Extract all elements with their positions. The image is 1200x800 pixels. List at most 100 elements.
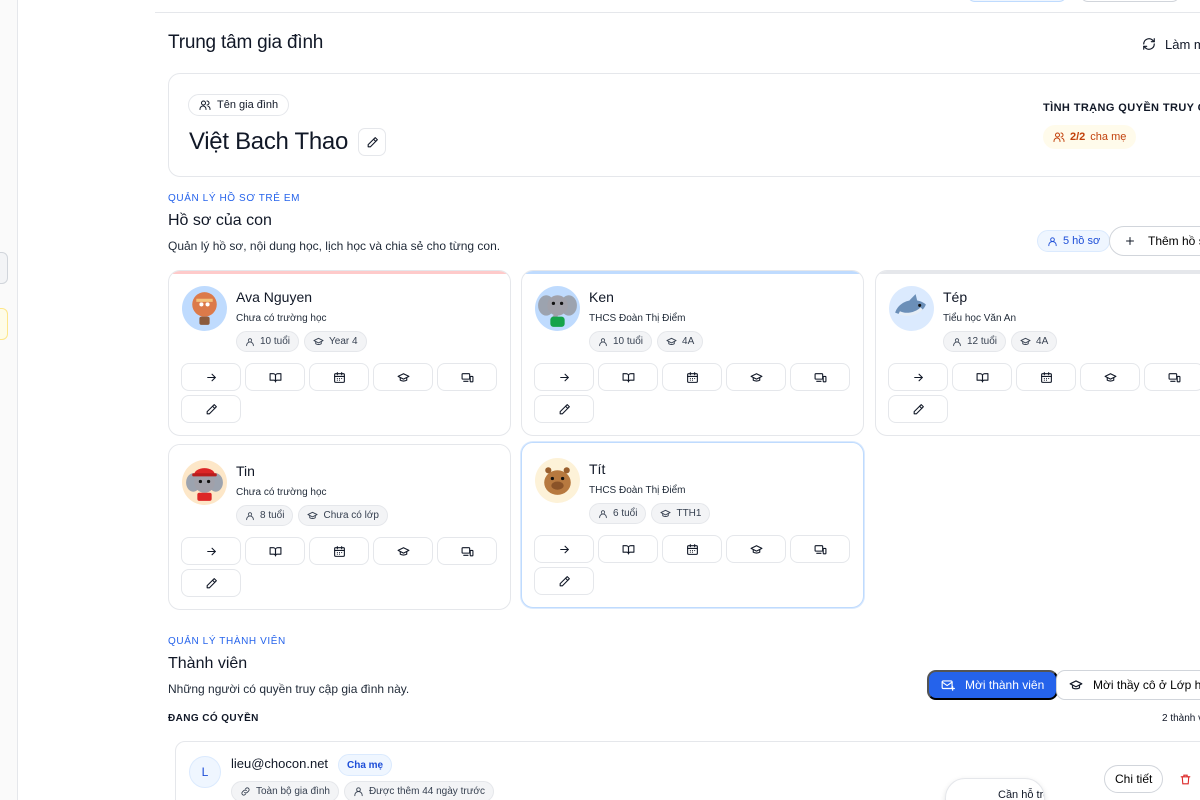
graduation-cap-icon	[750, 371, 763, 384]
members-section-eyebrow: QUẢN LÝ THÀNH VIÊN	[168, 636, 286, 647]
calendar-icon	[686, 371, 699, 384]
member-email: lieu@chocon.net	[231, 756, 329, 771]
child-school: Chưa có trường học	[236, 313, 327, 324]
child-name: Ken	[589, 289, 614, 305]
open-profile-button[interactable]	[181, 537, 241, 565]
devices-button[interactable]	[790, 363, 850, 391]
child-action-bar	[181, 537, 499, 597]
schedule-button[interactable]	[662, 535, 722, 563]
learning-content-button[interactable]	[245, 537, 305, 565]
graduation-cap-icon	[750, 543, 763, 556]
main-content: Trung tâm gia đình Làm mới Tên gia đình …	[168, 0, 1200, 800]
access-status-badge: 2/2 cha mẹ	[1043, 125, 1137, 149]
child-profile-card[interactable]: Tin Chưa có trường học 8 tuổi Chưa có lớp	[168, 444, 511, 610]
edit-profile-button[interactable]	[534, 567, 594, 595]
open-profile-button[interactable]	[534, 535, 594, 563]
learning-content-button[interactable]	[598, 535, 658, 563]
classes-button[interactable]	[726, 535, 786, 563]
child-name: Tin	[236, 463, 255, 479]
child-school: Chưa có trường học	[236, 487, 327, 498]
user-icon	[1047, 236, 1058, 247]
users-icon	[199, 99, 211, 111]
open-profile-button[interactable]	[534, 363, 594, 391]
access-unit: cha mẹ	[1090, 131, 1127, 143]
member-role-badge: Cha mẹ	[338, 754, 393, 776]
schedule-button[interactable]	[309, 363, 369, 391]
child-school: THCS Đoàn Thị Điểm	[589, 485, 686, 496]
grade-label: TTH1	[676, 508, 702, 519]
arrow-right-icon	[558, 543, 571, 556]
learning-content-button[interactable]	[598, 363, 658, 391]
grade-tag: TTH1	[651, 503, 711, 524]
active-members-count: 2 thành viên	[1162, 713, 1200, 724]
children-section-title: Hồ sơ của con	[168, 212, 272, 229]
schedule-button[interactable]	[1016, 363, 1076, 391]
graduation-cap-icon	[666, 336, 677, 347]
dolphin-avatar	[889, 286, 934, 331]
mail-plus-icon	[941, 678, 955, 692]
pencil-icon	[205, 577, 218, 590]
pencil-icon	[558, 403, 571, 416]
devices-button[interactable]	[437, 537, 497, 565]
devices-icon	[1168, 371, 1181, 384]
edit-family-name-button[interactable]	[358, 128, 387, 156]
devices-button[interactable]	[790, 535, 850, 563]
child-profile-card[interactable]: Tít THCS Đoàn Thị Điểm 6 tuổi TTH1	[521, 442, 864, 608]
learning-content-button[interactable]	[952, 363, 1012, 391]
members-section-description: Những người có quyền truy cập gia đình n…	[168, 682, 410, 696]
grade-tag: Year 4	[304, 331, 367, 352]
child-name: Tép	[943, 289, 968, 305]
graduation-cap-icon	[1104, 371, 1117, 384]
active-members-label: ĐANG CÓ QUYỀN	[168, 713, 259, 724]
member-added-label: Được thêm 44 ngày trước	[368, 786, 485, 797]
children-section-description: Quản lý hồ sơ, nội dung học, lịch học và…	[168, 239, 501, 253]
classes-button[interactable]	[373, 537, 433, 565]
graduation-cap-icon	[397, 545, 410, 558]
child-profile-card[interactable]: Tép Tiểu học Văn An 12 tuổi 4A	[875, 270, 1200, 436]
classes-button[interactable]	[373, 363, 433, 391]
card-accent	[522, 271, 863, 274]
devices-icon	[461, 545, 474, 558]
user-icon	[952, 337, 962, 347]
family-name-pill: Tên gia đình	[188, 94, 290, 116]
devices-button[interactable]	[437, 363, 497, 391]
sidebar-item[interactable]	[0, 252, 8, 284]
devices-button[interactable]	[1144, 363, 1200, 391]
graduation-cap-icon	[660, 508, 672, 519]
invite-member-button[interactable]: Mời thành viên	[927, 670, 1059, 700]
user-icon	[598, 337, 608, 347]
member-tags: Toàn bộ gia đình Được thêm 44 ngày trước	[231, 781, 494, 800]
edit-profile-button[interactable]	[888, 395, 948, 423]
book-open-icon	[269, 545, 282, 558]
add-profile-button[interactable]: Thêm hồ sơ	[1109, 226, 1200, 256]
invite-teacher-button[interactable]: Mời thầy cô ở Lớp học	[1056, 670, 1200, 700]
graduation-cap-icon	[1020, 336, 1031, 347]
schedule-button[interactable]	[662, 363, 722, 391]
edit-profile-button[interactable]	[181, 569, 241, 597]
graduation-cap-icon	[313, 336, 324, 347]
delete-member-button[interactable]	[1174, 765, 1196, 793]
refresh-button[interactable]: Làm mới	[1130, 28, 1200, 60]
floating-help-button[interactable]: Cần hỗ trợ	[945, 778, 1045, 800]
child-name: Tít	[589, 461, 606, 477]
child-profile-card[interactable]: Ken THCS Đoàn Thị Điểm 10 tuổi 4A	[521, 270, 864, 436]
age-tag: 6 tuổi	[589, 503, 647, 524]
open-profile-button[interactable]	[181, 363, 241, 391]
child-tags: 12 tuổi 4A	[943, 331, 1058, 352]
schedule-button[interactable]	[309, 537, 369, 565]
member-detail-button[interactable]: Chi tiết	[1104, 765, 1164, 793]
edit-profile-button[interactable]	[181, 395, 241, 423]
family-name-row: Việt Bach Thao	[189, 128, 387, 156]
learning-content-button[interactable]	[245, 363, 305, 391]
age-label: 8 tuổi	[260, 510, 285, 521]
pencil-icon	[558, 575, 571, 588]
calendar-icon	[333, 371, 346, 384]
open-profile-button[interactable]	[888, 363, 948, 391]
classes-button[interactable]	[726, 363, 786, 391]
access-status-label: TÌNH TRẠNG QUYỀN TRUY CẬP	[1043, 102, 1200, 114]
sidebar-item-active[interactable]	[0, 308, 8, 340]
child-profile-card[interactable]: Ava Nguyen Chưa có trường học 10 tuổi Year …	[168, 270, 511, 436]
classes-button[interactable]	[1080, 363, 1140, 391]
edit-profile-button[interactable]	[534, 395, 594, 423]
child-name: Ava Nguyen	[236, 289, 313, 305]
